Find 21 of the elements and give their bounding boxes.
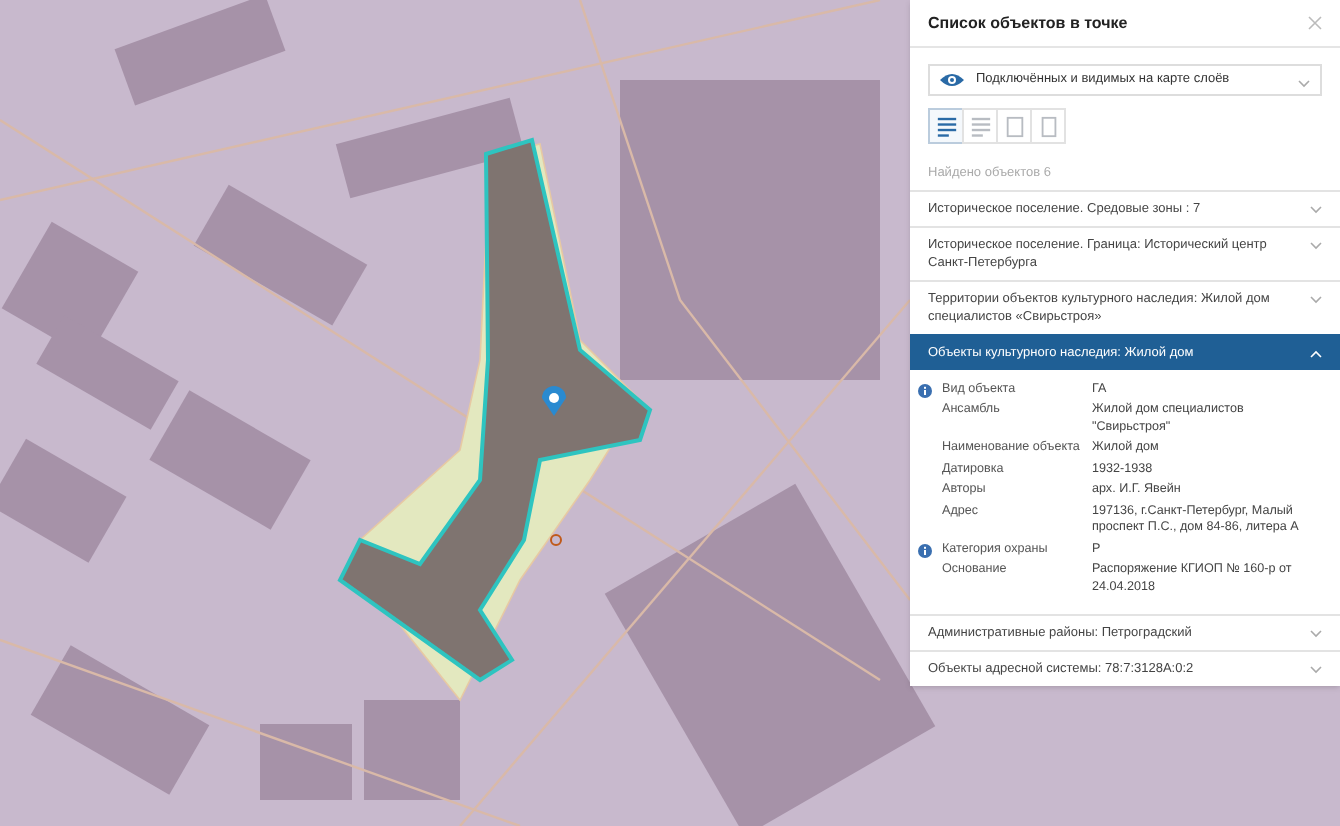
building-shape bbox=[364, 700, 460, 800]
frame-icon bbox=[1003, 115, 1025, 137]
highlighted-building[interactable] bbox=[337, 137, 653, 683]
close-icon[interactable] bbox=[1308, 16, 1322, 30]
list-icon bbox=[935, 115, 957, 137]
list-icon bbox=[969, 115, 991, 137]
building-shape bbox=[0, 438, 127, 563]
building-shape bbox=[260, 724, 352, 800]
chevron-down-icon bbox=[1310, 205, 1322, 214]
document-icon bbox=[1037, 115, 1059, 137]
view-mode-button[interactable] bbox=[928, 108, 964, 144]
chevron-down-icon bbox=[1310, 295, 1322, 304]
panel-title: Список объектов в точке bbox=[928, 11, 1128, 35]
chevron-down-icon bbox=[1310, 241, 1322, 250]
map-pin-icon[interactable] bbox=[542, 386, 566, 416]
chevron-up-icon bbox=[1310, 349, 1322, 358]
chevron-down-icon bbox=[1298, 79, 1310, 87]
chevron-down-icon bbox=[1310, 630, 1322, 639]
layers-eye-icon bbox=[940, 72, 964, 88]
point-marker-icon bbox=[550, 534, 562, 546]
chevron-down-icon bbox=[1310, 666, 1322, 675]
